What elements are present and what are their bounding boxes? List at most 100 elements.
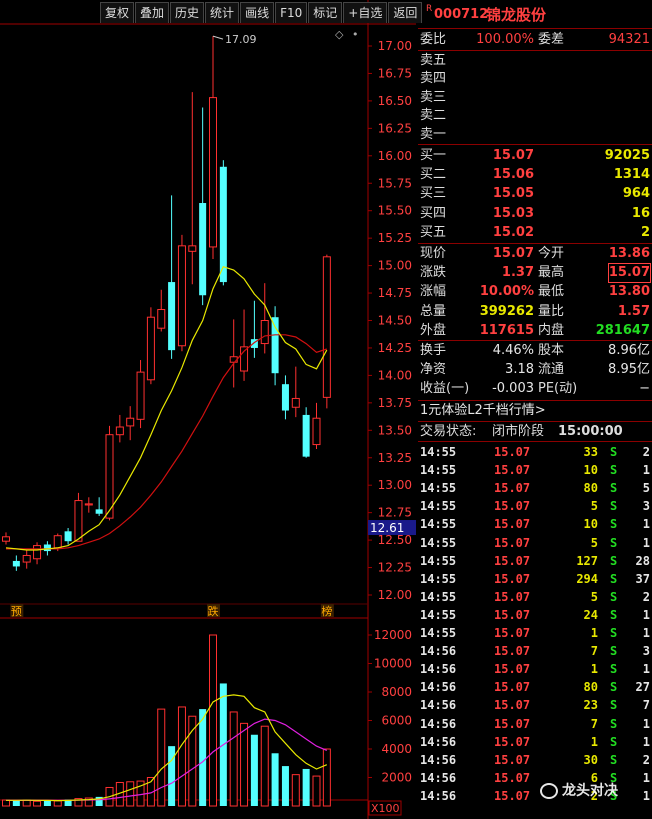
- tick-price: 15.07: [494, 607, 531, 622]
- price-tick-label: 17.00: [378, 39, 412, 53]
- tick-count: 1: [642, 734, 650, 749]
- tick-time: 14:55: [420, 463, 457, 478]
- stock-header[interactable]: R 000712 锦龙股份: [418, 4, 652, 26]
- candle-body: [260, 320, 269, 345]
- tick-price: 15.07: [494, 481, 531, 496]
- stat-label: 涨跌: [420, 265, 447, 281]
- tick-side: S: [610, 589, 618, 604]
- volume-bar: [177, 706, 186, 807]
- candle-body: [74, 500, 83, 542]
- diamond-icon[interactable]: ◇: [335, 28, 344, 41]
- l2-promo-link[interactable]: 1元体验L2千档行情>: [418, 402, 652, 420]
- tick-row: 14:56 15.07 1 S 1: [418, 660, 652, 678]
- volume-bar: [291, 774, 300, 807]
- toolbar-button-2[interactable]: 历史: [170, 2, 205, 23]
- toolbar-button-3[interactable]: 统计: [205, 2, 240, 23]
- bid-row: 买二 15.06 1314: [418, 166, 652, 184]
- kline-chart-area[interactable]: 17.00 16.75 16.50 16.25 16.00 15.75 15.50 15.25…: [0, 0, 416, 819]
- candle-body: [157, 309, 166, 329]
- tick-side: S: [610, 571, 618, 586]
- bid-volume: 92025: [604, 148, 650, 163]
- tick-volume: 23: [583, 698, 598, 713]
- price-ma-long: [6, 334, 327, 550]
- chart-menu-icon[interactable]: •: [352, 28, 359, 41]
- candle-body: [146, 316, 155, 381]
- candle-body: [188, 245, 197, 252]
- tick-row: 14:55 15.07 5 S 2: [418, 588, 652, 606]
- ask-row: 卖三: [418, 89, 652, 107]
- volume-bar: [33, 800, 42, 807]
- tick-count: 37: [635, 571, 650, 586]
- toolbar-button-7[interactable]: +自选: [343, 2, 388, 23]
- stat-label-2: 内盘: [538, 322, 565, 338]
- tick-time: 14:55: [420, 481, 457, 496]
- tick-row: 14:55 15.07 5 S 3: [418, 497, 652, 515]
- stat-value: 117615: [479, 322, 534, 338]
- tick-count: 2: [642, 589, 650, 604]
- candle-body: [219, 166, 227, 283]
- tick-price: 15.07: [494, 752, 531, 767]
- tick-price: 15.07: [494, 499, 531, 514]
- candle-body: [12, 560, 20, 567]
- price-tick-label: 16.00: [378, 149, 412, 163]
- stat-value-2: 13.86: [608, 246, 650, 261]
- toolbar-button-1[interactable]: 叠加: [135, 2, 170, 23]
- stat-value: 15.07: [492, 246, 534, 261]
- volume-bar: [43, 800, 51, 806]
- tick-time: 14:55: [420, 553, 457, 568]
- event-marker[interactable]: 榜: [321, 604, 332, 618]
- weicha-label: 委差: [538, 32, 565, 47]
- volume-bar: [260, 725, 269, 807]
- tick-volume: 30: [583, 752, 598, 767]
- event-marker[interactable]: 预: [11, 605, 22, 618]
- tick-price: 15.07: [494, 535, 531, 550]
- finance-value: -0.003: [492, 381, 534, 397]
- weibi-row: 委比 100.00% 委差 94321: [418, 31, 652, 49]
- tick-side: S: [610, 499, 618, 514]
- tick-row: 14:56 15.07 80 S 27: [418, 678, 652, 696]
- tick-row: 14:56 15.07 1 S 1: [418, 733, 652, 751]
- candle-body: [126, 417, 135, 427]
- bid-row: 买五 15.02 2: [418, 224, 652, 242]
- toolbar-button-4[interactable]: 画线: [240, 2, 275, 23]
- toolbar-button-0[interactable]: 复权: [100, 2, 135, 23]
- toolbar-button-6[interactable]: 标记: [308, 2, 343, 23]
- tick-price: 15.07: [494, 716, 531, 731]
- tick-time: 14:56: [420, 680, 457, 695]
- volume-ma-long: [6, 718, 328, 801]
- tick-count: 1: [642, 535, 650, 550]
- tick-side: S: [610, 752, 618, 767]
- candle-body: [199, 203, 207, 296]
- tick-time: 14:55: [420, 445, 457, 459]
- candle-body: [105, 434, 114, 519]
- bid-row: 买一 15.07 92025: [418, 147, 652, 165]
- stat-value: 1.37: [501, 265, 534, 281]
- tick-row: 14:55 15.07 10 S 1: [418, 461, 652, 479]
- tick-time: 14:56: [420, 716, 457, 731]
- trade-status-label: 交易状态:: [420, 424, 477, 439]
- tick-count: 1: [642, 607, 650, 622]
- watermark-text: 龙头对决: [562, 783, 618, 799]
- tick-side: S: [610, 445, 618, 459]
- tick-price: 15.07: [494, 644, 531, 659]
- tick-time: 14:55: [420, 517, 457, 532]
- price-tick-label: 16.75: [378, 66, 412, 80]
- candle-body: [95, 509, 103, 514]
- tick-volume: 127: [576, 553, 598, 568]
- finance-row: 换手 4.46% 股本 8.96亿: [418, 342, 652, 360]
- price-tick-label: 15.25: [378, 231, 412, 245]
- candle-body: [229, 356, 238, 363]
- event-marker[interactable]: 跌: [208, 604, 219, 618]
- stat-label: 涨幅: [420, 284, 447, 300]
- price-tick-label: 13.25: [378, 451, 412, 465]
- candle-body: [22, 554, 31, 563]
- tick-price: 15.07: [494, 445, 531, 459]
- price-tick-label: 16.50: [378, 94, 412, 108]
- volume-bar: [157, 708, 166, 807]
- tick-volume: 10: [583, 463, 598, 478]
- toolbar-button-5[interactable]: F10: [275, 2, 308, 23]
- ask-label: 卖二: [420, 108, 447, 124]
- stat-value-2: 13.80: [608, 284, 650, 300]
- price-tick-label: 14.50: [378, 314, 412, 328]
- stat-row: 现价 15.07 今开 13.86: [418, 245, 652, 263]
